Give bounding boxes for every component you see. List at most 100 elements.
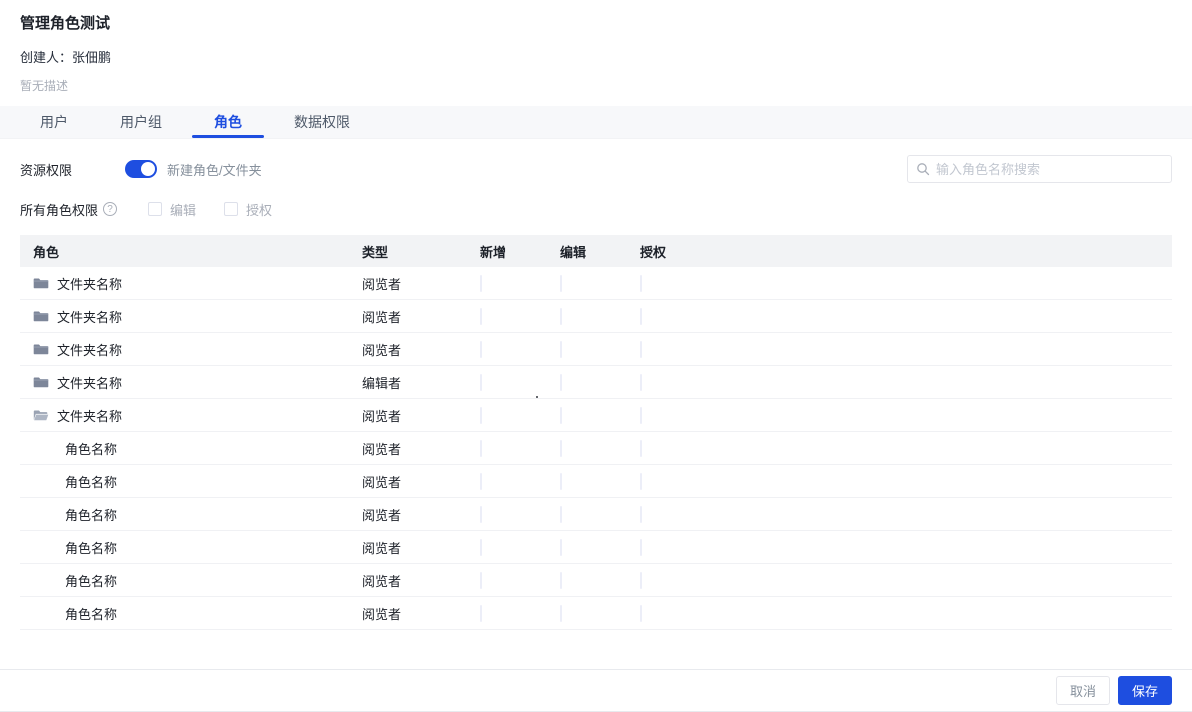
folder-closed-icon bbox=[33, 341, 49, 357]
authorize-checkbox[interactable] bbox=[640, 439, 642, 457]
description-text: 暂无描述 bbox=[20, 79, 69, 93]
search-icon bbox=[917, 163, 930, 176]
row-type: 阅览者 bbox=[362, 474, 402, 490]
tab-item[interactable]: 用户组 bbox=[94, 106, 188, 138]
edit-checkbox[interactable] bbox=[560, 274, 562, 292]
folder-closed-icon bbox=[33, 275, 49, 291]
edit-checkbox[interactable] bbox=[560, 406, 562, 424]
edit-checkbox-label: 编辑 bbox=[170, 202, 197, 218]
page-title: 管理角色测试 bbox=[20, 15, 111, 32]
add-checkbox[interactable] bbox=[480, 307, 482, 325]
row-type: 阅览者 bbox=[362, 441, 402, 457]
authorize-checkbox[interactable] bbox=[224, 202, 239, 216]
all-roles-label: 所有角色权限 bbox=[20, 202, 99, 218]
row-type: 阅览者 bbox=[362, 408, 402, 424]
row-name: 文件夹名称 bbox=[57, 342, 123, 358]
edit-checkbox[interactable] bbox=[560, 307, 562, 325]
row-name: 文件夹名称 bbox=[57, 276, 123, 292]
table-row[interactable]: 文件夹名称 编辑者 bbox=[20, 366, 1172, 399]
footer-action-bar: 取消 保存 bbox=[0, 669, 1192, 712]
add-checkbox[interactable] bbox=[480, 505, 482, 523]
authorize-checkbox[interactable] bbox=[640, 340, 642, 358]
authorize-checkbox[interactable] bbox=[640, 406, 642, 424]
stray-dot bbox=[536, 396, 538, 398]
folder-open-icon bbox=[33, 407, 49, 423]
add-checkbox[interactable] bbox=[480, 604, 482, 622]
authorize-checkbox[interactable] bbox=[640, 373, 642, 391]
roles-table: 角色 类型 新增 编辑 授权 文件夹名称 阅览者 文件夹名称 阅览者 文件夹名称 阅览者… bbox=[20, 235, 1172, 630]
column-header: 新增 bbox=[480, 244, 507, 260]
table-row[interactable]: 角色名称 阅览者 bbox=[20, 432, 1172, 465]
table-row[interactable]: 角色名称 阅览者 bbox=[20, 564, 1172, 597]
toolbar: 资源权限 新建角色/文件夹 所有角色权限 ? 编辑 授权 bbox=[0, 139, 1192, 219]
resource-permission-toggle[interactable] bbox=[125, 160, 158, 178]
column-header: 角色 bbox=[33, 244, 60, 260]
edit-checkbox[interactable] bbox=[560, 472, 562, 490]
table-body: 文件夹名称 阅览者 文件夹名称 阅览者 文件夹名称 阅览者 文件夹名称 编辑者 bbox=[20, 267, 1172, 630]
table-row[interactable]: 角色名称 阅览者 bbox=[20, 465, 1172, 498]
table-row[interactable]: 文件夹名称 阅览者 bbox=[20, 267, 1172, 300]
row-type: 阅览者 bbox=[362, 606, 402, 622]
authorize-checkbox[interactable] bbox=[640, 538, 642, 556]
table-row[interactable]: 文件夹名称 阅览者 bbox=[20, 399, 1172, 432]
tab-item[interactable]: 角色 bbox=[188, 106, 268, 138]
add-checkbox[interactable] bbox=[480, 571, 482, 589]
table-row[interactable]: 角色名称 阅览者 bbox=[20, 498, 1172, 531]
authorize-checkbox-group: 授权 bbox=[224, 200, 272, 219]
creator-line: 创建人：张佃鹏 bbox=[20, 50, 112, 65]
tab-bar: 用户 用户组 角色 数据权限 bbox=[0, 106, 1192, 139]
question-circle-icon[interactable]: ? bbox=[103, 202, 118, 216]
role-search-box[interactable] bbox=[907, 155, 1172, 183]
add-checkbox[interactable] bbox=[480, 538, 482, 556]
row-name: 文件夹名称 bbox=[57, 375, 123, 391]
row-type: 阅览者 bbox=[362, 507, 402, 523]
resource-permission-label: 资源权限 bbox=[20, 162, 73, 178]
add-checkbox[interactable] bbox=[480, 472, 482, 490]
row-type: 阅览者 bbox=[362, 540, 402, 556]
role-management-page: 管理角色测试 创建人：张佃鹏 暂无描述 用户 用户组 角色 数据权限 资源权限 新建角… bbox=[0, 0, 1192, 712]
add-checkbox[interactable] bbox=[480, 340, 482, 358]
cancel-button[interactable]: 取消 bbox=[1055, 676, 1110, 705]
page-header: 管理角色测试 创建人：张佃鹏 暂无描述 bbox=[0, 0, 1192, 94]
save-button[interactable]: 保存 bbox=[1117, 676, 1172, 705]
table-row[interactable]: 文件夹名称 阅览者 bbox=[20, 300, 1172, 333]
authorize-checkbox[interactable] bbox=[640, 604, 642, 622]
edit-checkbox[interactable] bbox=[560, 439, 562, 457]
edit-checkbox[interactable] bbox=[560, 373, 562, 391]
folder-closed-icon bbox=[33, 308, 49, 324]
tab-item[interactable]: 用户 bbox=[14, 106, 94, 138]
table-row[interactable]: 文件夹名称 阅览者 bbox=[20, 333, 1172, 366]
all-roles-permission-row: 所有角色权限 ? 编辑 授权 bbox=[20, 199, 1172, 219]
table-row[interactable]: 角色名称 阅览者 bbox=[20, 531, 1172, 564]
edit-checkbox[interactable] bbox=[560, 340, 562, 358]
authorize-checkbox-label: 授权 bbox=[246, 202, 273, 218]
resource-permission-row: 资源权限 新建角色/文件夹 bbox=[20, 155, 1172, 183]
row-type: 阅览者 bbox=[362, 573, 402, 589]
edit-checkbox[interactable] bbox=[560, 505, 562, 523]
authorize-checkbox[interactable] bbox=[640, 571, 642, 589]
authorize-checkbox[interactable] bbox=[640, 505, 642, 523]
tab-item[interactable]: 数据权限 bbox=[268, 106, 376, 138]
search-input[interactable] bbox=[936, 161, 1163, 177]
add-checkbox[interactable] bbox=[480, 439, 482, 457]
row-name: 角色名称 bbox=[65, 441, 118, 457]
add-checkbox[interactable] bbox=[480, 274, 482, 292]
add-checkbox[interactable] bbox=[480, 373, 482, 391]
column-header: 类型 bbox=[362, 244, 389, 260]
edit-checkbox[interactable] bbox=[148, 202, 163, 216]
new-role-folder-label[interactable]: 新建角色/文件夹 bbox=[167, 160, 262, 179]
add-checkbox[interactable] bbox=[480, 406, 482, 424]
authorize-checkbox[interactable] bbox=[640, 274, 642, 292]
edit-checkbox[interactable] bbox=[560, 538, 562, 556]
row-type: 阅览者 bbox=[362, 309, 402, 325]
row-name: 角色名称 bbox=[65, 507, 118, 523]
table-row[interactable]: 角色名称 阅览者 bbox=[20, 597, 1172, 630]
authorize-checkbox[interactable] bbox=[640, 472, 642, 490]
authorize-checkbox[interactable] bbox=[640, 307, 642, 325]
row-type: 阅览者 bbox=[362, 342, 402, 358]
edit-checkbox[interactable] bbox=[560, 604, 562, 622]
column-header: 授权 bbox=[640, 244, 667, 260]
edit-checkbox[interactable] bbox=[560, 571, 562, 589]
column-header: 编辑 bbox=[560, 244, 587, 260]
